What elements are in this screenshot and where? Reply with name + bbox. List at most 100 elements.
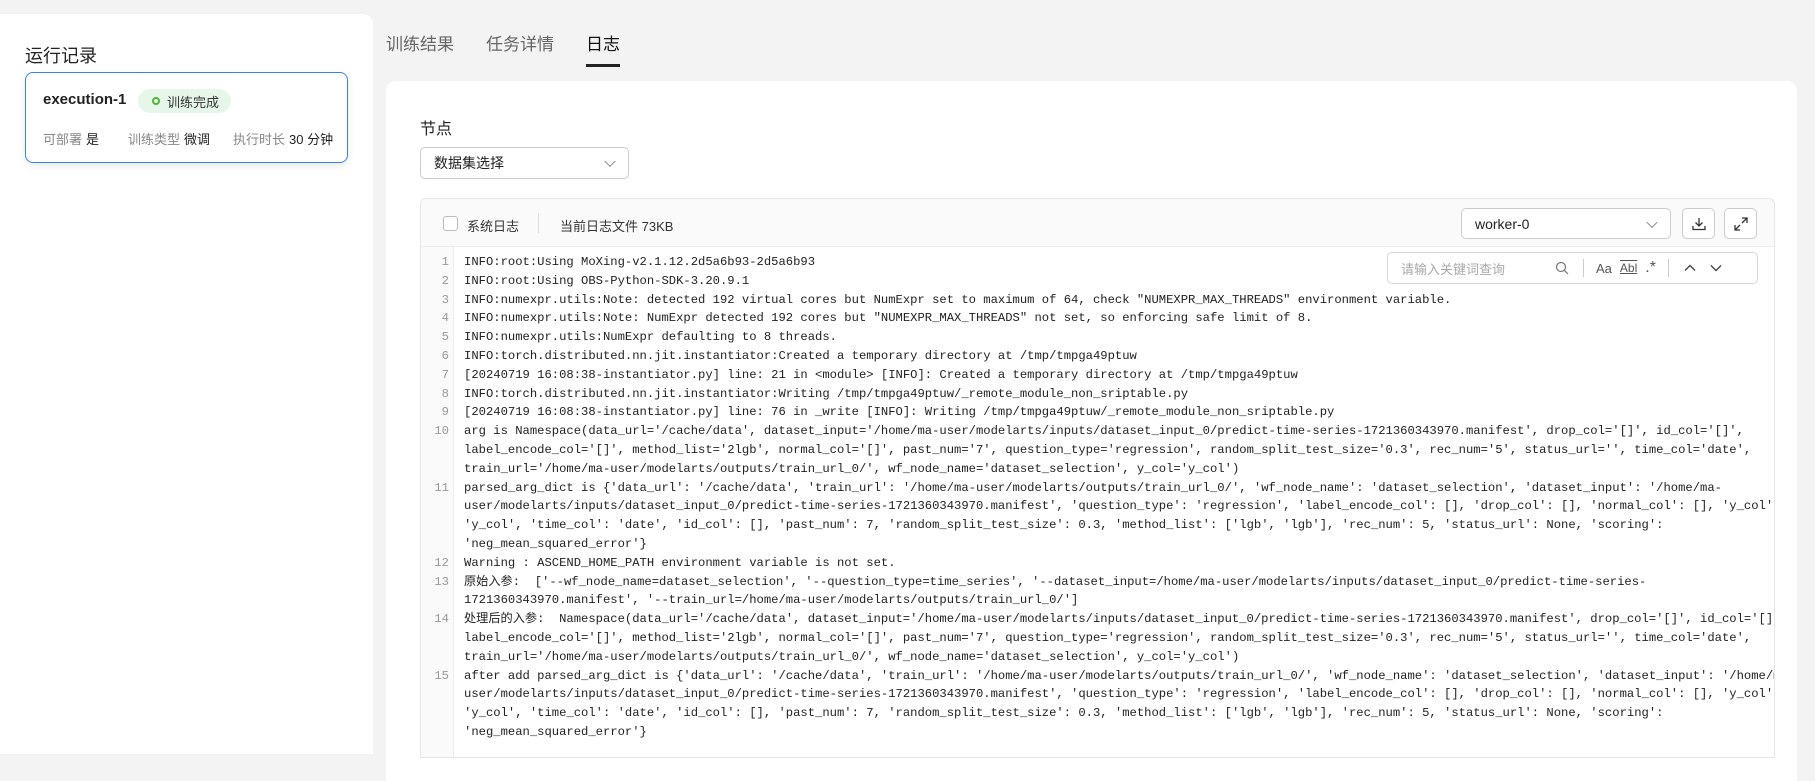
log-text: INFO:torch.distributed.nn.jit.instantiat… [464,386,1189,401]
log-text: [20240719 16:08:38-instantiator.py] line… [464,405,1335,420]
tabs: 训练结果 任务详情 日志 [386,30,620,67]
search-icon[interactable] [1555,261,1569,275]
log-text: label_encode_col='[]', method_list='2lgb… [464,630,1752,645]
chevron-up-icon[interactable] [1683,261,1697,275]
line-number: 14 [434,612,449,627]
line-number: 1 [441,255,449,269]
divider [1583,259,1584,277]
tab-logs[interactable]: 日志 [586,30,620,67]
status-dot-icon [152,97,160,105]
tab-training-results[interactable]: 训练结果 [386,30,454,67]
run-records-title: 运行记录 [25,46,97,66]
log-text: 'y_col', 'time_col': 'date', 'id_col': [… [464,706,1664,721]
log-text: user/modelarts/inputs/dataset_input_0/pr… [464,499,1775,514]
duration-value: 30 分钟 [289,132,334,147]
log-line: 15 after add parsed_arg_dict is {'data_ur… [421,667,1774,686]
log-line: 14 处理后的入参: Namespace(data_url='/cache/dat… [421,610,1774,629]
whole-word-toggle[interactable]: Abl [1616,261,1641,275]
log-text: parsed_arg_dict is {'data_url': '/cache/… [464,480,1722,495]
status-badge: 训练完成 [138,89,232,113]
log-line: 4 INFO:numexpr.utils:Note: NumExpr detect… [421,309,1774,328]
chevron-down-icon[interactable] [1709,261,1723,275]
divider [538,213,539,233]
tab-task-details[interactable]: 任务详情 [486,30,554,67]
log-line: user/modelarts/inputs/dataset_input_0/pr… [421,497,1774,516]
log-toolbar: 系统日志 当前日志文件 73KB worker-0 [421,199,1774,247]
line-number: 15 [434,668,449,683]
log-text: label_encode_col='[]', method_list='2lgb… [464,442,1752,457]
line-number: 8 [441,386,449,401]
log-line: 'y_col', 'time_col': 'date', 'id_col': [… [421,704,1774,723]
log-search-input[interactable]: 请输入关键词查询 [1401,259,1551,278]
download-button[interactable] [1682,208,1715,239]
system-log-label: 系统日志 [467,219,520,234]
run-records-panel: 运行记录 execution-1 训练完成 可部署是 训练类型 微调 执行时长 30… [0,14,373,754]
chevron-down-icon [1646,216,1658,228]
log-text: INFO:root:Using OBS-Python-SDK-3.20.9.1 [464,273,750,288]
log-line: train_url='/home/ma-user/modelarts/outpu… [421,648,1774,667]
line-number: 4 [441,311,449,326]
log-line: 9 [20240719 16:08:38-instantiator.py] lin… [421,403,1774,422]
worker-select[interactable]: worker-0 [1461,208,1671,239]
log-line: 8 INFO:torch.distributed.nn.jit.instantia… [421,385,1774,404]
line-number: 3 [441,292,449,307]
status-text: 训练完成 [167,94,220,110]
log-line: label_encode_col='[]', method_list='2lgb… [421,629,1774,648]
log-text: 1721360343970.manifest', '--train_url=/h… [464,593,1079,608]
line-number: 12 [434,555,449,570]
log-line: user/modelarts/inputs/dataset_input_0/pr… [421,685,1774,704]
deployable-label: 可部署 [43,132,83,147]
line-number: 2 [441,273,449,288]
chevron-down-icon [604,155,616,168]
log-line: 11 parsed_arg_dict is {'data_url': '/cach… [421,479,1774,498]
line-number: 7 [441,367,449,382]
node-select[interactable]: 数据集选择 [420,147,629,179]
match-case-toggle[interactable]: Aa [1592,261,1616,276]
log-text: 原始入参: ['--wf_node_name=dataset_selection… [464,574,1647,589]
execution-card[interactable]: execution-1 训练完成 可部署是 训练类型 微调 执行时长 30 分钟 [25,72,348,163]
train-type-value: 微调 [184,132,211,147]
deployable-value: 是 [86,132,100,147]
log-text: INFO:numexpr.utils:NumExpr defaulting to… [464,330,837,345]
train-type-meta: 训练类型 微调 [128,129,210,148]
log-text: INFO:root:Using MoXing-v2.1.12.2d5a6b93-… [464,255,816,269]
log-line: 13 原始入参: ['--wf_node_name=dataset_selecti… [421,573,1774,592]
duration-meta: 执行时长 30 分钟 [233,129,333,148]
log-text: user/modelarts/inputs/dataset_input_0/pr… [464,687,1775,702]
log-text: Warning : ASCEND_HOME_PATH environment v… [464,555,896,570]
log-line: 7 [20240719 16:08:38-instantiator.py] lin… [421,366,1774,385]
log-text: 'neg_mean_squared_error'} [464,536,647,551]
node-label: 节点 [420,121,453,138]
log-line: 1721360343970.manifest', '--train_url=/h… [421,591,1774,610]
download-icon [1691,217,1706,230]
worker-select-value: worker-0 [1475,215,1530,232]
log-text: arg is Namespace(data_url='/cache/data',… [464,424,1744,439]
log-text: INFO:torch.distributed.nn.jit.instantiat… [464,348,1137,363]
log-line: 'y_col', 'time_col': 'date', 'id_col': [… [421,516,1774,535]
log-line: 6 INFO:torch.distributed.nn.jit.instantia… [421,347,1774,366]
log-text: [20240719 16:08:38-instantiator.py] line… [464,367,1298,382]
log-line: 10 arg is Namespace(data_url='/cache/data… [421,422,1774,441]
expand-icon [1733,216,1748,231]
node-select-value: 数据集选择 [434,155,504,171]
log-search-box[interactable]: 请输入关键词查询 Aa Abl .* [1387,252,1758,284]
duration-label: 执行时长 [233,132,286,147]
log-line: 'neg_mean_squared_error'} [421,535,1774,554]
log-text: INFO:numexpr.utils:Note: detected 192 vi… [464,292,1452,307]
regex-toggle[interactable]: .* [1641,259,1660,277]
log-line: 3 INFO:numexpr.utils:Note: detected 192 v… [421,291,1774,310]
log-file-size: 当前日志文件 73KB [560,219,674,234]
divider [1667,259,1669,277]
log-viewer: 系统日志 当前日志文件 73KB worker-0 请输入关键词查询 Aa Ab… [420,198,1775,758]
fullscreen-button[interactable] [1724,208,1757,239]
line-number: 6 [441,348,449,363]
line-number: 10 [434,424,449,439]
log-lines: 1 INFO:root:Using MoXing-v2.1.12.2d5a6b93… [421,253,1774,742]
line-number: 5 [441,330,449,345]
system-log-checkbox[interactable] [443,216,458,231]
log-text: INFO:numexpr.utils:Note: NumExpr detecte… [464,311,1313,326]
log-line: 12 Warning : ASCEND_HOME_PATH environment… [421,554,1774,573]
log-line: label_encode_col='[]', method_list='2lgb… [421,441,1774,460]
log-text: 'y_col', 'time_col': 'date', 'id_col': [… [464,518,1664,533]
log-text: train_url='/home/ma-user/modelarts/outpu… [464,649,1240,664]
